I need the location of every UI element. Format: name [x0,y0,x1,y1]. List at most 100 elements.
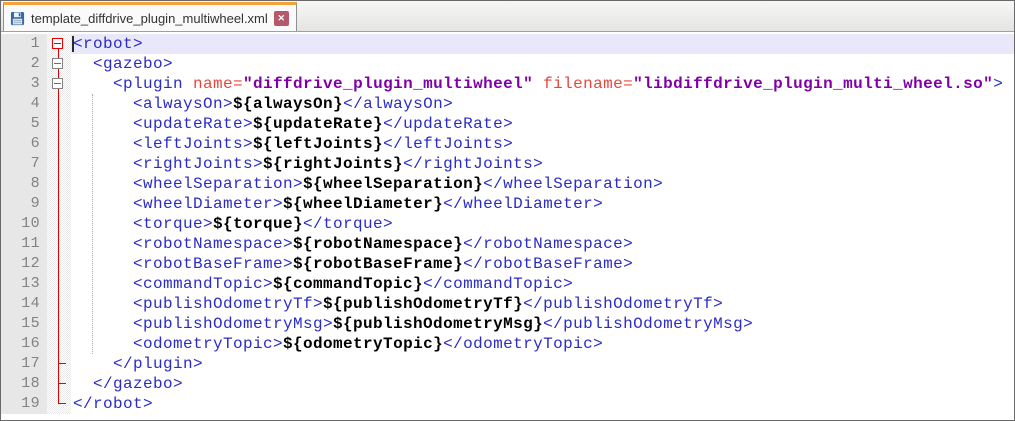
code-text[interactable]: <wheelDiameter>${wheelDiameter}</wheelDi… [71,194,1014,214]
line-number[interactable]: 16 [1,334,47,354]
code-area: 1 <robot> 2 <gazebo> 3 <plugin name="diffdr… [1,34,1014,414]
token-tag: <leftJoints> [73,135,254,153]
line-number[interactable]: 5 [1,114,47,134]
token-attr: name= [193,75,244,93]
token-tag: <torque> [73,215,214,233]
token-var: ${updateRate} [253,115,384,133]
fold-margin [47,354,71,374]
code-text[interactable]: <leftJoints>${leftJoints}</leftJoints> [71,134,1014,154]
fold-toggle-icon[interactable] [52,78,63,89]
fold-margin [47,234,71,254]
code-text[interactable]: </robot> [71,394,1014,414]
token-tag: <publishOdometryMsg> [73,315,334,333]
token-tag: </robot> [73,395,154,413]
fold-toggle-icon[interactable] [52,58,63,69]
line-number[interactable]: 9 [1,194,47,214]
code-text[interactable]: </gazebo> [71,374,1014,394]
fold-margin [47,374,71,394]
token-var: ${alwaysOn} [233,95,344,113]
line-number[interactable]: 11 [1,234,47,254]
code-text[interactable]: <torque>${torque}</torque> [71,214,1014,234]
code-line: 10 <torque>${torque}</torque> [1,214,1014,234]
code-line: 7 <rightJoints>${rightJoints}</rightJoin… [1,154,1014,174]
token-tag: </leftJoints> [383,135,514,153]
line-number[interactable]: 8 [1,174,47,194]
fold-margin [47,274,71,294]
fold-line [58,354,59,374]
token-tag: <robotNamespace> [73,235,294,253]
line-number[interactable]: 1 [1,34,47,54]
code-text[interactable]: <robotNamespace>${robotNamespace}</robot… [71,234,1014,254]
fold-margin [47,134,71,154]
code-text[interactable]: <wheelSeparation>${wheelSeparation}</whe… [71,174,1014,194]
token-tag: </robotBaseFrame> [463,255,634,273]
line-number[interactable]: 4 [1,94,47,114]
line-number[interactable]: 13 [1,274,47,294]
tab-bar: template_diffdrive_plugin_multiwheel.xml… [1,1,1014,32]
code-text[interactable]: <robot> [71,34,1014,54]
line-number[interactable]: 12 [1,254,47,274]
fold-line [58,134,59,154]
code-text[interactable]: <plugin name="diffdrive_plugin_multiwhee… [71,74,1014,94]
line-number[interactable]: 17 [1,354,47,374]
code-line: 12 <robotBaseFrame>${robotBaseFrame}</ro… [1,254,1014,274]
tab-template-diffdrive-xml[interactable]: template_diffdrive_plugin_multiwheel.xml… [3,2,297,31]
fold-margin [47,114,71,134]
close-tab-icon[interactable]: ✕ [273,10,289,26]
token-var: ${torque} [213,215,304,233]
code-text[interactable]: <publishOdometryTf>${publishOdometryTf}<… [71,294,1014,314]
token-tag: </rightJoints> [403,155,544,173]
token-tag: </torque> [303,215,394,233]
line-number[interactable]: 14 [1,294,47,314]
code-text[interactable]: <robotBaseFrame>${robotBaseFrame}</robot… [71,254,1014,274]
line-number[interactable]: 3 [1,74,47,94]
token-tag: </commandTopic> [423,275,574,293]
token-var: ${publishOdometryMsg} [333,315,544,333]
code-line: 15 <publishOdometryMsg>${publishOdometry… [1,314,1014,334]
indent-guide [92,94,93,354]
code-text[interactable]: <alwaysOn>${alwaysOn}</alwaysOn> [71,94,1014,114]
token-tag: > [993,75,1004,93]
line-number[interactable]: 7 [1,154,47,174]
code-line: 16 <odometryTopic>${odometryTopic}</odom… [1,334,1014,354]
code-text[interactable]: <gazebo> [71,54,1014,74]
token-var: ${rightJoints} [263,155,404,173]
line-number[interactable]: 18 [1,374,47,394]
token-tag: <plugin [73,75,194,93]
fold-line [58,94,59,114]
fold-tail-tick [59,363,66,364]
fold-line [58,294,59,314]
code-line: 17 </plugin> [1,354,1014,374]
fold-margin [47,74,71,94]
line-number[interactable]: 2 [1,54,47,74]
token-tag: <wheelDiameter> [73,195,284,213]
fold-line [58,314,59,334]
token-tag: </alwaysOn> [343,95,454,113]
code-text[interactable]: <commandTopic>${commandTopic}</commandTo… [71,274,1014,294]
code-text[interactable]: </plugin> [71,354,1014,374]
token-var: ${wheelDiameter} [283,195,444,213]
fold-line [58,274,59,294]
code-text[interactable]: <rightJoints>${rightJoints}</rightJoints… [71,154,1014,174]
line-number[interactable]: 6 [1,134,47,154]
line-number[interactable]: 15 [1,314,47,334]
fold-line [58,254,59,274]
line-number[interactable]: 19 [1,394,47,414]
fold-margin [47,34,71,54]
fold-toggle-icon[interactable] [52,38,63,49]
fold-margin [47,394,71,414]
code-line: 5 <updateRate>${updateRate}</updateRate> [1,114,1014,134]
text-caret [72,36,74,52]
code-text[interactable]: <updateRate>${updateRate}</updateRate> [71,114,1014,134]
token-tag: <alwaysOn> [73,95,234,113]
code-text[interactable]: <publishOdometryMsg>${publishOdometryMsg… [71,314,1014,334]
code-text[interactable]: <odometryTopic>${odometryTopic}</odometr… [71,334,1014,354]
token-tag: <robotBaseFrame> [73,255,294,273]
code-line: 11 <robotNamespace>${robotNamespace}</ro… [1,234,1014,254]
token-tag: </wheelDiameter> [443,195,604,213]
token-tag: <gazebo> [73,55,174,73]
fold-margin [47,334,71,354]
fold-tail-tick [59,383,66,384]
line-number[interactable]: 10 [1,214,47,234]
